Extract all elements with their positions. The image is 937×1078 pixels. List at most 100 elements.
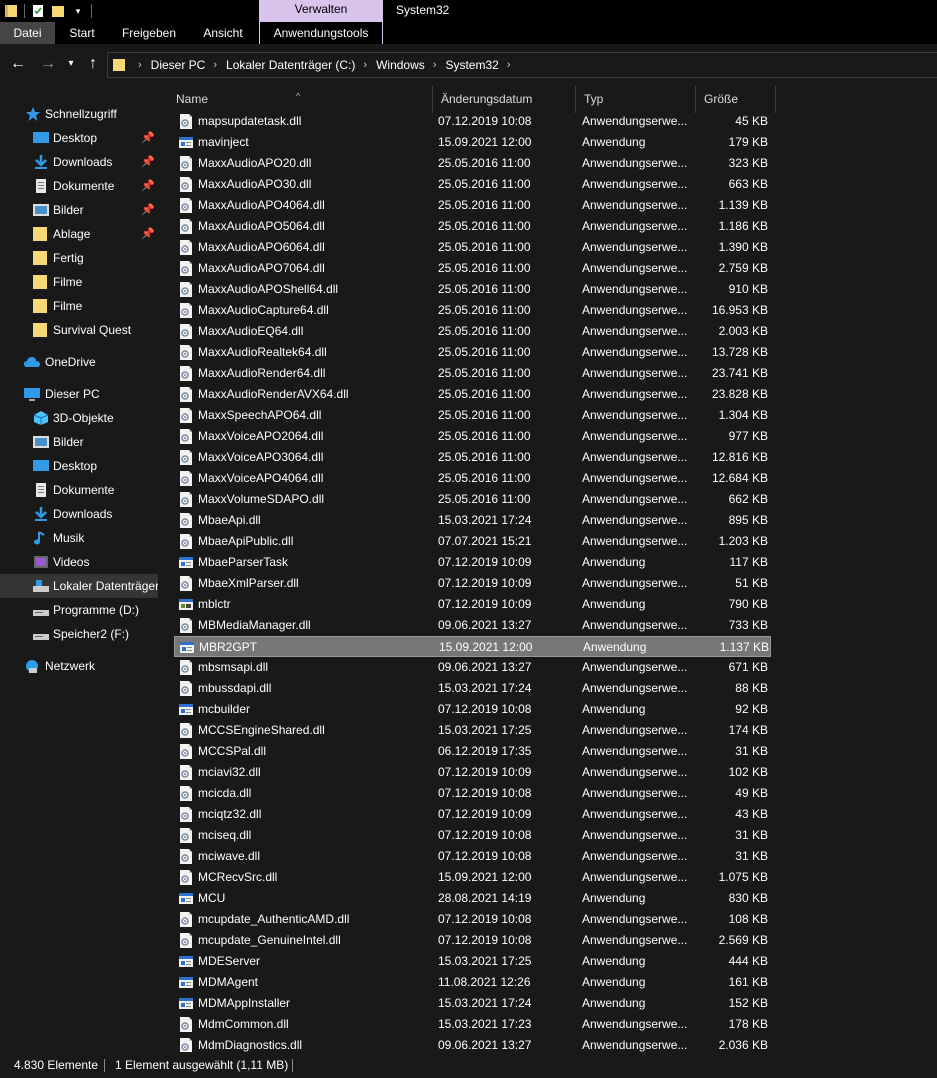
tab-datei[interactable]: Datei [0, 22, 55, 44]
table-row[interactable]: MaxxVoiceAPO4064.dll 25.05.2016 11:00 Anwe… [174, 468, 771, 489]
breadcrumb-system32[interactable]: System32 [445, 58, 498, 72]
table-row[interactable]: MCCSPal.dll 06.12.2019 17:35 Anwendungserw… [174, 741, 771, 762]
sidebar-item-bilder[interactable]: Bilder 📌 [0, 198, 158, 222]
tab-start[interactable]: Start [57, 22, 107, 44]
breadcrumb-windows[interactable]: Windows [376, 58, 425, 72]
sidebar-item-filme-2[interactable]: Filme [0, 294, 158, 318]
column-header-date[interactable]: Änderungsdatum [433, 86, 576, 113]
tab-ansicht[interactable]: Ansicht [192, 22, 254, 44]
table-row[interactable]: mcicda.dll 07.12.2019 10:08 Anwendungserwe… [174, 783, 771, 804]
table-row[interactable]: MaxxAudioAPO5064.dll 25.05.2016 11:00 Anwe… [174, 216, 771, 237]
table-row[interactable]: mapsupdatetask.dll 07.12.2019 10:08 Anwend… [174, 111, 771, 132]
sidebar-item-ablage[interactable]: Ablage 📌 [0, 222, 158, 246]
tab-freigeben[interactable]: Freigeben [112, 22, 186, 44]
sidebar-item-downloads[interactable]: Downloads 📌 [0, 150, 158, 174]
sidebar-item-musik[interactable]: Musik [0, 526, 158, 550]
table-row[interactable]: mcupdate_GenuineIntel.dll 07.12.2019 10:0… [174, 930, 771, 951]
table-row[interactable]: MaxxAudioAPO30.dll 25.05.2016 11:00 Anwend… [174, 174, 771, 195]
table-row[interactable]: mcbuilder 07.12.2019 10:08 Anwendung 92 KB [174, 699, 771, 720]
table-row[interactable]: MaxxAudioAPOShell64.dll 25.05.2016 11:00 A… [174, 279, 771, 300]
table-row[interactable]: MCU 28.08.2021 14:19 Anwendung 830 KB [174, 888, 771, 909]
table-row[interactable]: MDMAgent 11.08.2021 12:26 Anwendung 161 KB [174, 972, 771, 993]
table-row[interactable]: MDMAppInstaller 15.03.2021 17:24 Anwendung… [174, 993, 771, 1014]
sidebar-item-fertig[interactable]: Fertig [0, 246, 158, 270]
sidebar-item-desktop[interactable]: Desktop 📌 [0, 126, 158, 150]
table-row[interactable]: MbaeXmlParser.dll 07.12.2019 10:09 Anwendu… [174, 573, 771, 594]
sidebar-item-speicher2-f[interactable]: Speicher2 (F:) [0, 622, 158, 646]
table-row[interactable]: mciqtz32.dll 07.12.2019 10:09 Anwendungser… [174, 804, 771, 825]
table-row[interactable]: mciavi32.dll 07.12.2019 10:09 Anwendungser… [174, 762, 771, 783]
table-row[interactable]: MaxxVolumeSDAPO.dll 25.05.2016 11:00 Anwen… [174, 489, 771, 510]
column-header-name[interactable]: ^ Name [168, 86, 433, 113]
table-row[interactable]: MaxxAudioAPO4064.dll 25.05.2016 11:00 Anwe… [174, 195, 771, 216]
table-row[interactable]: MBMediaManager.dll 09.06.2021 13:27 Anwend… [174, 615, 771, 636]
breadcrumb-dieser-pc[interactable]: Dieser PC [151, 58, 206, 72]
back-arrow-icon[interactable]: ← [9, 54, 27, 74]
table-row[interactable]: MCRecvSrc.dll 15.09.2021 12:00 Anwendungse… [174, 867, 771, 888]
sidebar-item-netzwerk[interactable]: Netzwerk [0, 654, 158, 678]
sidebar-item-filme[interactable]: Filme [0, 270, 158, 294]
sidebar-item-videos[interactable]: Videos [0, 550, 158, 574]
pane-splitter[interactable] [158, 86, 168, 1052]
properties-icon[interactable] [31, 3, 45, 19]
sidebar-item-lokaler-datentraeger[interactable]: Lokaler Datenträger [0, 574, 158, 598]
up-arrow-icon[interactable]: ↑ [84, 54, 102, 74]
table-row[interactable]: MaxxAudioRender64.dll 25.05.2016 11:00 Anw… [174, 363, 771, 384]
tab-anwendungstools[interactable]: Anwendungstools [259, 22, 383, 44]
breadcrumb-chevron-icon[interactable]: › [213, 59, 217, 71]
column-header-size[interactable]: Größe [696, 86, 776, 113]
new-folder-icon[interactable] [51, 3, 65, 19]
table-row[interactable]: mbussdapi.dll 15.03.2021 17:24 Anwendungse… [174, 678, 771, 699]
sidebar-item-desktop-pc[interactable]: Desktop [0, 454, 158, 478]
pin-icon[interactable]: 📌 [141, 174, 155, 198]
table-row[interactable]: MbaeParserTask 07.12.2019 10:09 Anwendung 1… [174, 552, 771, 573]
pin-icon[interactable]: 📌 [141, 198, 155, 222]
table-row[interactable]: mciwave.dll 07.12.2019 10:08 Anwendungserw… [174, 846, 771, 867]
chevron-down-icon[interactable]: ▾ [71, 3, 85, 19]
sidebar-item-bilder-pc[interactable]: Bilder [0, 430, 158, 454]
sidebar-item-programme-d[interactable]: Programme (D:) [0, 598, 158, 622]
breadcrumb-chevron-icon[interactable]: › [363, 59, 367, 71]
forward-arrow-icon[interactable]: → [39, 54, 57, 74]
sidebar-item-downloads-pc[interactable]: Downloads [0, 502, 158, 526]
table-row[interactable]: mcupdate_AuthenticAMD.dll 07.12.2019 10:0… [174, 909, 771, 930]
address-bar[interactable]: › Dieser PC › Lokaler Datenträger (C:) ›… [107, 52, 937, 78]
breadcrumb-chevron-icon[interactable]: › [138, 59, 142, 71]
sidebar-item-survival-quest[interactable]: Survival Quest [0, 318, 158, 342]
table-row[interactable]: MaxxAudioRealtek64.dll 25.05.2016 11:00 An… [174, 342, 771, 363]
pin-icon[interactable]: 📌 [141, 150, 155, 174]
breadcrumb-chevron-icon[interactable]: › [433, 59, 437, 71]
table-row[interactable]: MaxxAudioRenderAVX64.dll 25.05.2016 11:00… [174, 384, 771, 405]
table-row[interactable]: mciseq.dll 07.12.2019 10:08 Anwendungserwe… [174, 825, 771, 846]
table-row-selected[interactable]: MBR2GPT 15.09.2021 12:00 Anwendung 1.137 KB [174, 636, 771, 657]
sidebar-item-dieser-pc[interactable]: Dieser PC [0, 382, 158, 406]
breadcrumb-chevron-icon[interactable]: › [507, 59, 511, 71]
table-row[interactable]: mbsmsapi.dll 09.06.2021 13:27 Anwendungser… [174, 657, 771, 678]
pin-icon[interactable]: 📌 [141, 222, 155, 246]
table-row[interactable]: MbaeApi.dll 15.03.2021 17:24 Anwendungserw… [174, 510, 771, 531]
table-row[interactable]: MCCSEngineShared.dll 15.03.2021 17:25 Anwe… [174, 720, 771, 741]
sidebar-item-schnellzugriff[interactable]: Schnellzugriff [0, 102, 158, 126]
column-header-type[interactable]: Typ [576, 86, 696, 113]
table-row[interactable]: MaxxVoiceAPO2064.dll 25.05.2016 11:00 Anwe… [174, 426, 771, 447]
table-row[interactable]: mblctr 07.12.2019 10:09 Anwendung 790 KB [174, 594, 771, 615]
table-row[interactable]: MbaeApiPublic.dll 07.07.2021 15:21 Anwendu… [174, 531, 771, 552]
recent-locations-chevron-icon[interactable]: ▾ [65, 54, 77, 74]
sidebar-item-3d-objekte[interactable]: 3D-Objekte [0, 406, 158, 430]
table-row[interactable]: mavinject 15.09.2021 12:00 Anwendung 179 KB [174, 132, 771, 153]
table-row[interactable]: MaxxVoiceAPO3064.dll 25.05.2016 11:00 Anwe… [174, 447, 771, 468]
table-row[interactable]: MdmDiagnostics.dll 09.06.2021 13:27 Anwend… [174, 1035, 771, 1052]
sidebar-item-dokumente[interactable]: Dokumente 📌 [0, 174, 158, 198]
sidebar-item-onedrive[interactable]: OneDrive [0, 350, 158, 374]
sidebar-item-dokumente-pc[interactable]: Dokumente [0, 478, 158, 502]
table-row[interactable]: MaxxAudioAPO20.dll 25.05.2016 11:00 Anwend… [174, 153, 771, 174]
table-row[interactable]: MaxxSpeechAPO64.dll 25.05.2016 11:00 Anwen… [174, 405, 771, 426]
table-row[interactable]: MDEServer 15.03.2021 17:25 Anwendung 444 KB [174, 951, 771, 972]
table-row[interactable]: MaxxAudioEQ64.dll 25.05.2016 11:00 Anwendu… [174, 321, 771, 342]
folder-icon[interactable] [4, 3, 18, 19]
table-row[interactable]: MaxxAudioCapture64.dll 25.05.2016 11:00 An… [174, 300, 771, 321]
table-row[interactable]: MdmCommon.dll 15.03.2021 17:23 Anwendungse… [174, 1014, 771, 1035]
table-row[interactable]: MaxxAudioAPO7064.dll 25.05.2016 11:00 Anwe… [174, 258, 771, 279]
breadcrumb-lokaler-datentraeger[interactable]: Lokaler Datenträger (C:) [226, 58, 355, 72]
pin-icon[interactable]: 📌 [141, 126, 155, 150]
